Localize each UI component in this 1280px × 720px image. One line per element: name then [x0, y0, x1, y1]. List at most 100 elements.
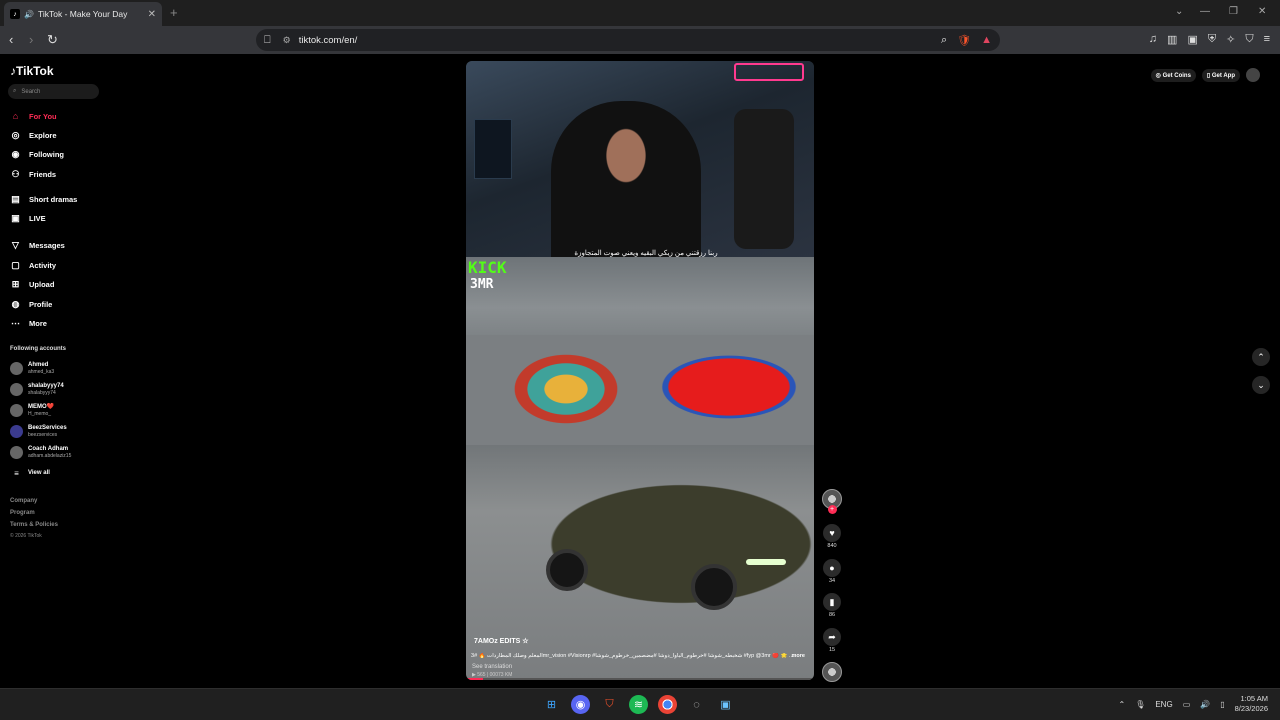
follow-plus-icon[interactable]: +: [827, 505, 837, 514]
creator-avatar-button[interactable]: +: [820, 489, 844, 514]
discord-icon[interactable]: ◉: [571, 695, 590, 714]
sidebar-toggle-icon[interactable]: ▥: [1167, 33, 1177, 46]
battery-icon[interactable]: ▯: [1220, 700, 1224, 709]
close-tab-icon[interactable]: ✕: [148, 9, 156, 20]
reload-button[interactable]: ↻: [47, 32, 58, 48]
minimize-button[interactable]: —: [1200, 6, 1210, 17]
like-button[interactable]: ♥ 840: [820, 524, 844, 549]
nav-friends[interactable]: ⚇ Friends: [10, 167, 56, 181]
vpn-icon[interactable]: ⛨: [1208, 33, 1216, 46]
following-account[interactable]: BeezServices beezservices: [10, 425, 67, 438]
shield-icon[interactable]: ⛉: [1245, 33, 1253, 46]
view-all-link[interactable]: ≡ View all: [10, 469, 50, 478]
brave-browser-icon[interactable]: ⛉: [600, 695, 619, 714]
video-author[interactable]: 7AMOz EDITS ☆: [474, 637, 529, 645]
forward-button[interactable]: ›: [29, 32, 33, 47]
nav-explore[interactable]: ◎ Explore: [10, 128, 57, 142]
save-button[interactable]: ▮ 86: [820, 593, 844, 618]
nav-activity[interactable]: ▢ Activity: [10, 258, 56, 272]
video-subtitle: ربنا رزقتني من زيكي البقيه ويعني صوت الم…: [574, 250, 718, 257]
url-text[interactable]: tiktok.com/en/: [299, 35, 358, 46]
following-account[interactable]: MEMO❤️ H_memo_: [10, 404, 54, 417]
nav-live[interactable]: ▣ LIVE: [10, 211, 45, 225]
car-shape: [516, 469, 814, 619]
bookmark-icon[interactable]: ⎕: [264, 34, 271, 47]
address-bar[interactable]: ⎕ ⚙ tiktok.com/en/ ⌕ 🛡 ▲: [256, 29, 1000, 51]
new-tab-button[interactable]: +: [170, 5, 178, 20]
footer-terms[interactable]: Terms & Policies: [10, 522, 58, 528]
music-disc-icon: [822, 662, 842, 682]
see-translation-link[interactable]: See translation: [472, 664, 512, 670]
system-tray: ⌃ 🎙 ENG ▭ 🔊 ▯ 1:05 AM 8/23/2026: [1118, 694, 1268, 714]
app-icon[interactable]: ◌: [687, 695, 706, 714]
following-account[interactable]: Ahmed ahmed_ka3: [10, 362, 54, 375]
window-app-icon[interactable]: ▣: [716, 695, 735, 714]
video-progress-bar[interactable]: [466, 678, 814, 680]
bookmark-icon: ▮: [823, 593, 841, 611]
next-video-button[interactable]: ⌄: [1252, 376, 1270, 394]
following-account[interactable]: Coach Adham adham.abdelaziz15: [10, 446, 71, 459]
chrome-icon[interactable]: [658, 695, 677, 714]
video-player[interactable]: ربنا رزقتني من زيكي البقيه ويعني صوت الم…: [466, 61, 814, 680]
volume-icon[interactable]: 🔊: [1200, 700, 1210, 709]
neon-light: [734, 63, 804, 81]
brave-rewards-icon[interactable]: ▲: [981, 34, 992, 46]
coin-icon: ◎: [1155, 72, 1163, 79]
kick-sub-logo: 3MR: [470, 277, 494, 292]
nav-messages[interactable]: ▽ Messages: [10, 238, 65, 252]
graffiti-right: [644, 347, 814, 427]
brave-shields-icon[interactable]: 🛡: [957, 34, 971, 47]
search-input[interactable]: ⌕ Search: [8, 84, 99, 99]
back-button[interactable]: ‹: [9, 32, 13, 47]
wheel-shape: [546, 549, 588, 591]
account-handle: adham.abdelaziz15: [28, 453, 72, 459]
clock[interactable]: 1:05 AM 8/23/2026: [1235, 694, 1268, 714]
user-avatar[interactable]: [1246, 68, 1260, 82]
get-app-button[interactable]: ▯ Get App: [1201, 68, 1240, 82]
tray-overflow-icon[interactable]: ⌃: [1118, 700, 1125, 709]
speaker-icon[interactable]: 🔊: [24, 10, 34, 19]
menu-icon[interactable]: ≡: [1264, 33, 1270, 46]
account-name: Ahmed: [28, 362, 49, 368]
zoom-icon[interactable]: ⌕: [941, 34, 947, 47]
close-window-button[interactable]: ✕: [1258, 6, 1266, 17]
sidebar: ♪TikTok ⌕ Search ⌂ For You ◎ Explore ◉ Foll…: [0, 54, 110, 688]
site-info-icon[interactable]: ⚙: [283, 35, 291, 46]
nav-following[interactable]: ◉ Following: [10, 147, 64, 161]
wallet-icon[interactable]: ▣: [1187, 33, 1197, 46]
microphone-icon[interactable]: 🎙: [1135, 700, 1145, 709]
tab-search-icon[interactable]: ⌄: [1175, 6, 1183, 17]
share-button[interactable]: ➦ 15: [820, 628, 844, 653]
get-coins-button[interactable]: ◎ Get Coins: [1150, 68, 1196, 82]
tiktok-logo[interactable]: ♪TikTok: [10, 64, 54, 78]
browser-tab[interactable]: ♪ 🔊 TikTok - Make Your Day ✕: [4, 2, 162, 26]
nav-upload[interactable]: ⊞ Upload: [10, 277, 55, 291]
footer-company[interactable]: Company: [10, 498, 37, 504]
nav-label: Messages: [29, 240, 65, 250]
previous-video-button[interactable]: ⌃: [1252, 348, 1270, 366]
following-account[interactable]: shalabyyy74 shalabyyy74: [10, 383, 64, 396]
display-icon[interactable]: ▭: [1183, 700, 1191, 709]
music-disc-button[interactable]: [820, 662, 844, 682]
tiktok-favicon-icon: ♪: [10, 9, 20, 19]
nav-for-you[interactable]: ⌂ For You: [10, 109, 57, 123]
media-icon[interactable]: ♫: [1149, 33, 1157, 46]
footer-program[interactable]: Program: [10, 510, 35, 516]
nav-more[interactable]: ⋯ More: [10, 316, 47, 330]
account-name: BeezServices: [28, 425, 67, 431]
friends-icon: ⚇: [11, 168, 20, 179]
logo-text: TikTok: [16, 64, 54, 78]
maximize-button[interactable]: ❐: [1229, 6, 1238, 17]
following-icon: ◉: [11, 148, 20, 159]
nav-label: For You: [29, 111, 57, 121]
more-icon: ⋯: [11, 317, 20, 328]
nav-short-dramas[interactable]: ▤ Short dramas: [10, 192, 77, 206]
comment-button[interactable]: ● 34: [820, 559, 844, 584]
leo-ai-icon[interactable]: ✧: [1226, 33, 1235, 46]
nav-profile[interactable]: ◍ Profile: [10, 297, 53, 311]
language-indicator[interactable]: ENG: [1155, 700, 1172, 709]
start-button[interactable]: ⊞: [542, 695, 561, 714]
like-count: 840: [827, 543, 837, 549]
spotify-icon[interactable]: ≋: [629, 695, 648, 714]
more-button[interactable]: more: [792, 653, 805, 659]
